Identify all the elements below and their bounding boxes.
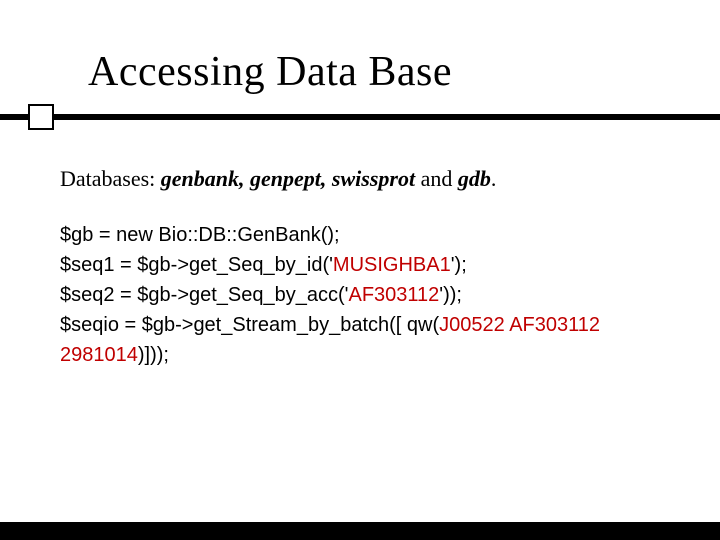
slide-title: Accessing Data Base — [88, 48, 720, 96]
code-l2a: $seq1 = $gb->get_Seq_by_id(' — [60, 254, 333, 276]
code-line-2: $seq1 = $gb->get_Seq_by_id('MUSIGHBA1'); — [60, 250, 664, 280]
title-rule — [0, 104, 720, 152]
db-prefix: Databases: — [60, 166, 161, 191]
code-l3-highlight: AF303112 — [348, 284, 439, 306]
code-line-1: $gb = new Bio::DB::GenBank(); — [60, 220, 664, 250]
title-area: Accessing Data Base — [0, 0, 720, 96]
code-l2-highlight: MUSIGHBA1 — [333, 254, 451, 276]
code-l2b: '); — [451, 254, 467, 276]
bullet-box-icon — [28, 104, 54, 130]
code-l4a: $seqio = $gb->get_Stream_by_batch([ qw( — [60, 314, 439, 336]
databases-line: Databases: genbank, genpept, swissprot a… — [60, 166, 664, 192]
db-suffix: . — [491, 166, 497, 191]
code-block: $gb = new Bio::DB::GenBank(); $seq1 = $g… — [60, 220, 664, 370]
slide-body: Databases: genbank, genpept, swissprot a… — [0, 152, 720, 370]
code-l3b: ')); — [439, 284, 462, 306]
code-l4b: )])); — [138, 344, 169, 366]
code-line-4: $seqio = $gb->get_Stream_by_batch([ qw(J… — [60, 310, 664, 370]
code-l3a: $seq2 = $gb->get_Seq_by_acc(' — [60, 284, 348, 306]
horizontal-rule — [0, 114, 720, 120]
db-middle: and — [415, 166, 458, 191]
db-last: gdb — [458, 166, 491, 191]
code-line-3: $seq2 = $gb->get_Seq_by_acc('AF303112'))… — [60, 280, 664, 310]
slide: Accessing Data Base Databases: genbank, … — [0, 0, 720, 540]
footer-bar — [0, 522, 720, 540]
db-list: genbank, genpept, swissprot — [161, 166, 415, 191]
